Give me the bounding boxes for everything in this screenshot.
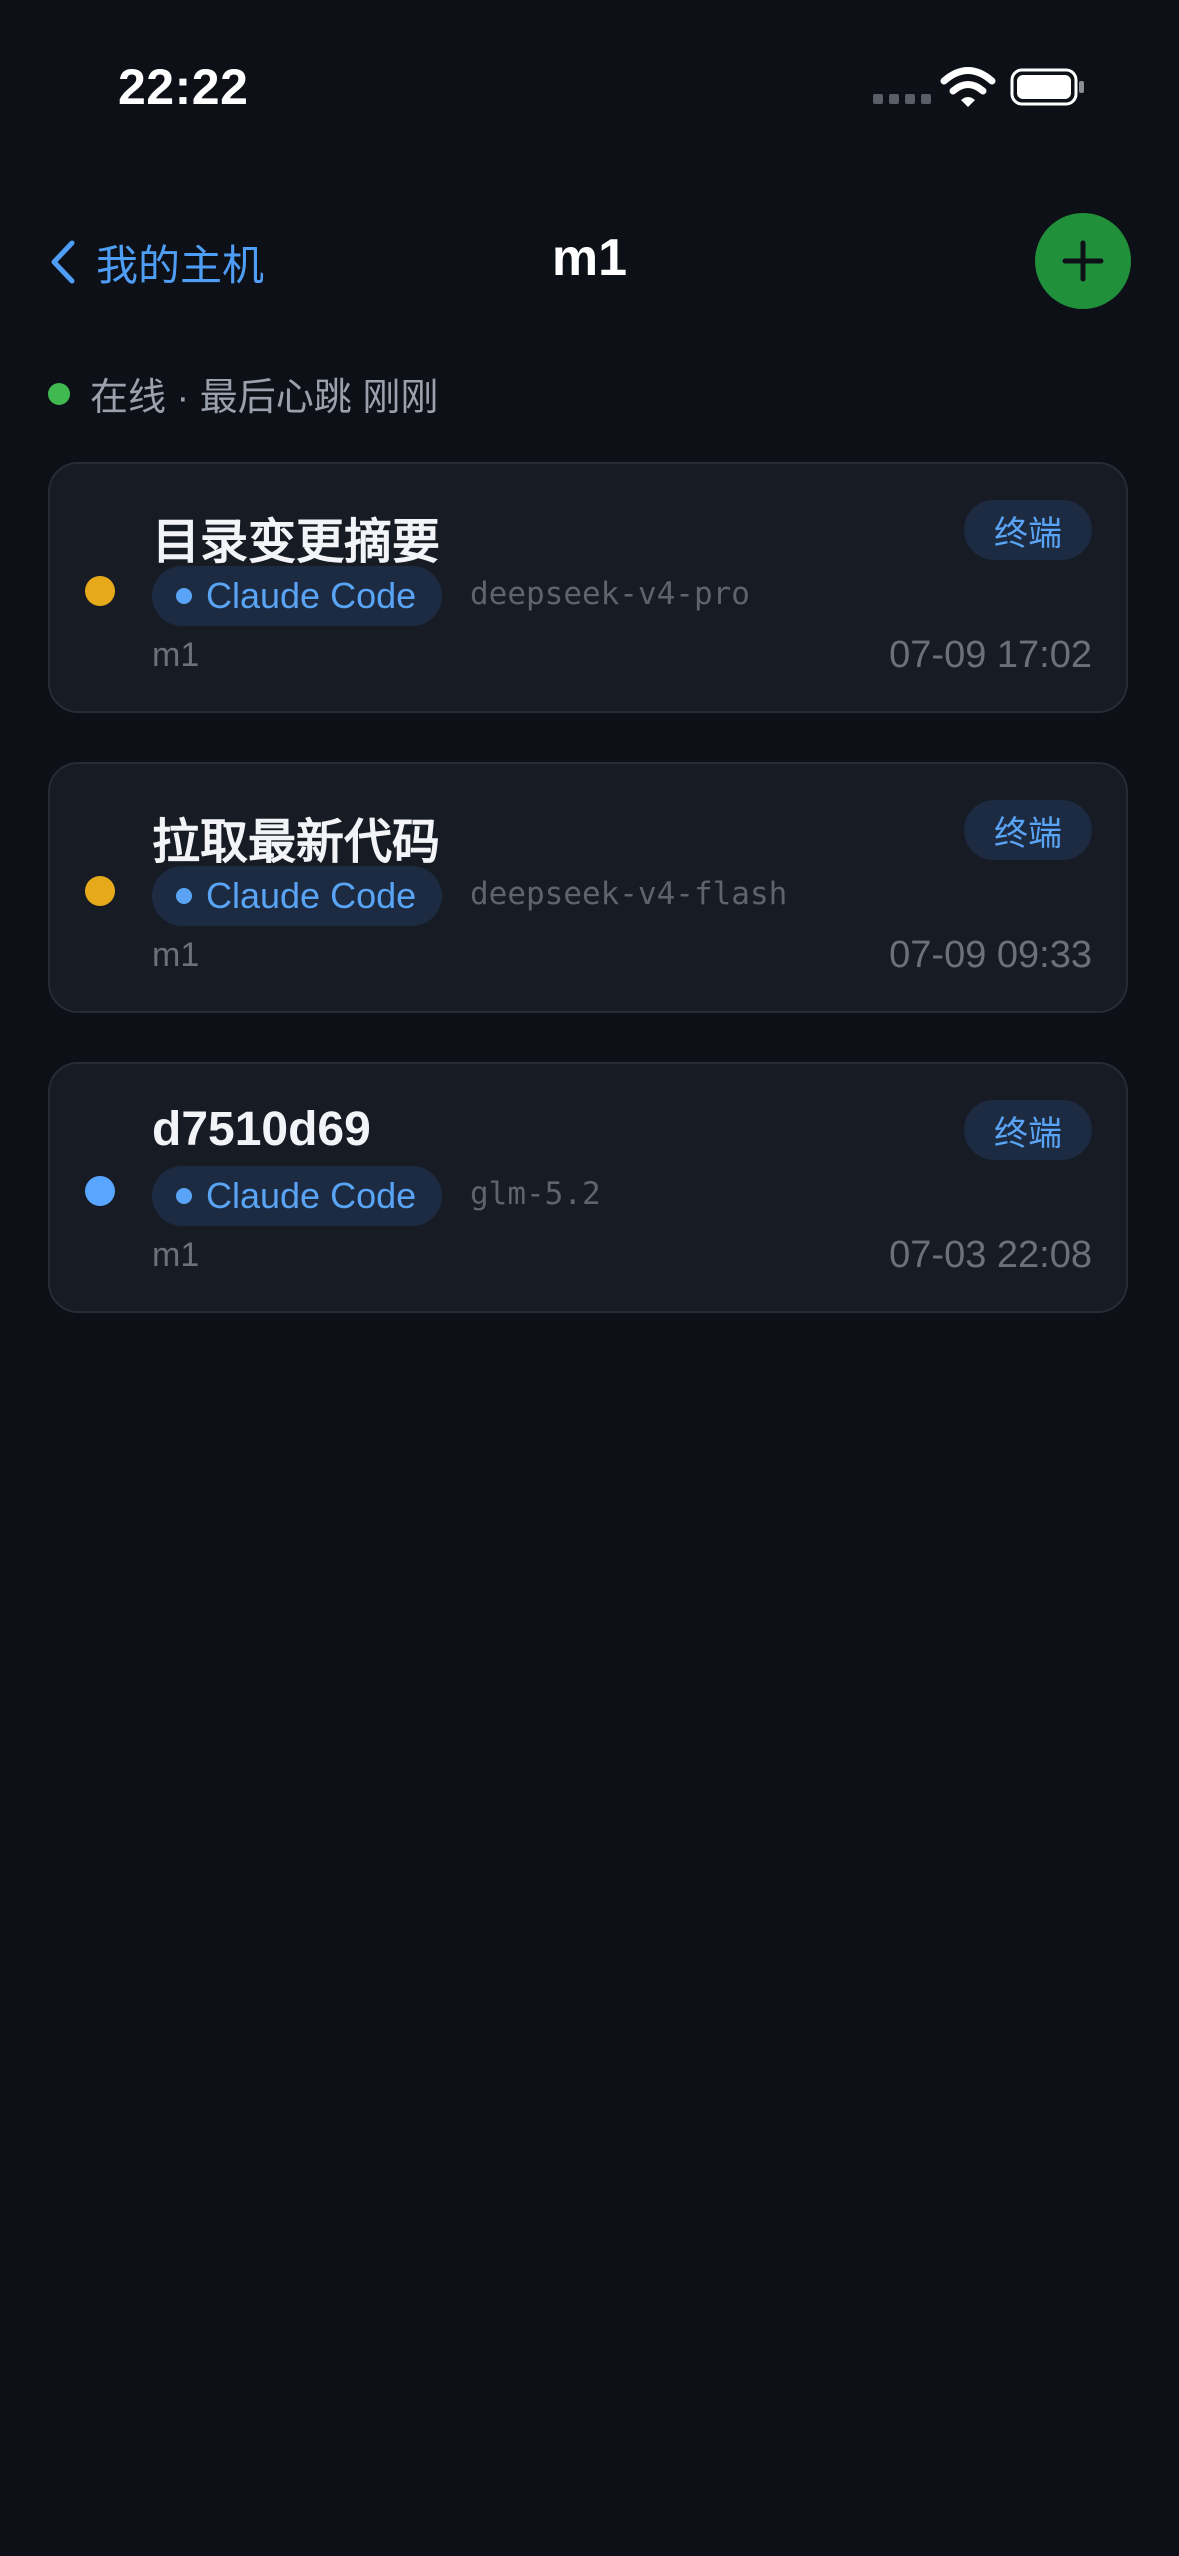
plus-icon (1062, 240, 1104, 282)
agent-dot-icon (176, 888, 192, 904)
session-host: m1 (152, 936, 200, 974)
session-time: 07-09 17:02 (889, 634, 1092, 676)
terminal-button[interactable]: 终端 (964, 1100, 1092, 1160)
agent-name: Claude Code (206, 575, 417, 616)
agent-dot-icon (176, 588, 192, 604)
session-title: 拉取最新代码 (152, 816, 441, 869)
session-title: d7510d69 (152, 1103, 371, 1156)
battery-icon (1010, 68, 1084, 106)
status-bar: 22:22 (0, 0, 1179, 170)
session-card[interactable]: d7510d69 终端 Claude Code glm-5.2 m1 07-03… (48, 1062, 1128, 1313)
session-host: m1 (152, 636, 200, 674)
session-state-dot (85, 876, 115, 906)
host-status: 在线 · 最后心跳 刚刚 (48, 366, 438, 421)
nav-header: 我的主机 m1 (0, 200, 1179, 324)
agent-badge: Claude Code (152, 1166, 443, 1226)
status-time: 22:22 (118, 59, 249, 115)
session-host: m1 (152, 1236, 200, 1274)
agent-badge: Claude Code (152, 566, 443, 626)
agent-badge: Claude Code (152, 866, 443, 926)
cellular-signal-icon (873, 94, 931, 104)
agent-name: Claude Code (206, 1175, 417, 1216)
session-title: 目录变更摘要 (152, 516, 441, 569)
agent-name: Claude Code (206, 875, 417, 916)
online-status-dot (48, 382, 70, 405)
add-session-button[interactable] (1035, 213, 1131, 309)
page-title: m1 (551, 229, 628, 287)
model-name: deepseek-v4-pro (470, 576, 750, 612)
model-name: glm-5.2 (470, 1176, 601, 1212)
session-card[interactable]: 目录变更摘要 终端 Claude Code deepseek-v4-pro m1… (48, 462, 1128, 713)
terminal-button[interactable]: 终端 (964, 500, 1092, 560)
agent-dot-icon (176, 1188, 192, 1204)
session-time: 07-03 22:08 (889, 1234, 1092, 1276)
session-state-dot (85, 1176, 115, 1206)
wifi-icon (940, 67, 996, 107)
host-status-text: 在线 · 最后心跳 刚刚 (90, 377, 439, 419)
terminal-button[interactable]: 终端 (964, 800, 1092, 860)
session-time: 07-09 09:33 (889, 934, 1092, 976)
model-name: deepseek-v4-flash (470, 876, 788, 912)
session-state-dot (85, 576, 115, 606)
session-card[interactable]: 拉取最新代码 终端 Claude Code deepseek-v4-flash … (48, 762, 1128, 1013)
